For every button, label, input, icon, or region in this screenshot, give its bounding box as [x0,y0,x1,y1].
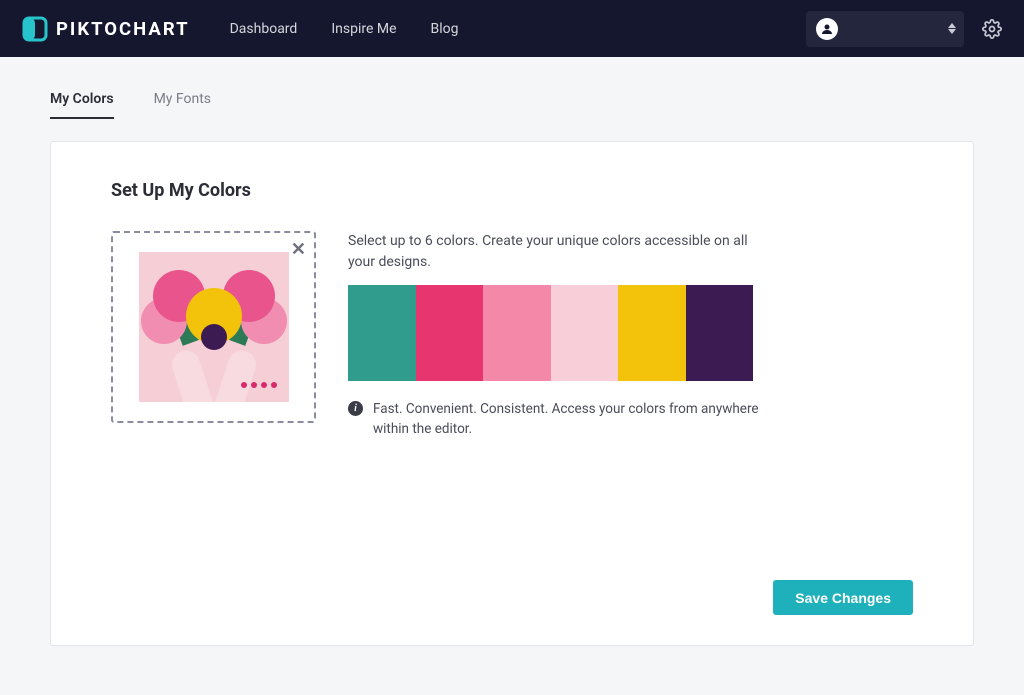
info-note: i Fast. Convenient. Consistent. Access y… [348,399,768,440]
app-header: PIKTOCHART Dashboard Inspire Me Blog [0,0,1024,57]
main-nav: Dashboard Inspire Me Blog [230,21,459,37]
color-swatch-3[interactable] [483,285,551,381]
color-swatch-2[interactable] [416,285,484,381]
tab-my-fonts[interactable]: My Fonts [154,91,211,119]
avatar-icon [816,18,838,40]
color-palette [348,285,753,381]
nav-blog[interactable]: Blog [431,21,459,37]
page-title: Set Up My Colors [111,180,913,201]
nav-dashboard[interactable]: Dashboard [230,21,298,37]
account-dropdown[interactable] [806,11,964,47]
nav-inspire-me[interactable]: Inspire Me [331,21,396,37]
remove-image-button[interactable]: ✕ [291,239,306,260]
color-swatch-1[interactable] [348,285,416,381]
chevron-updown-icon [948,23,956,34]
color-swatch-4[interactable] [551,285,619,381]
logo-icon [22,16,48,42]
image-dropzone[interactable]: ✕ [111,231,316,423]
settings-tabs: My Colors My Fonts [0,57,1024,119]
uploaded-thumbnail [139,252,289,402]
save-changes-button[interactable]: Save Changes [773,580,913,615]
description-text: Select up to 6 colors. Create your uniqu… [348,231,768,273]
tab-my-colors[interactable]: My Colors [50,91,114,119]
brand-logo[interactable]: PIKTOCHART [22,16,190,42]
color-swatch-6[interactable] [686,285,754,381]
info-text: Fast. Convenient. Consistent. Access you… [373,399,768,440]
brand-name: PIKTOCHART [56,18,190,40]
info-icon: i [348,401,363,416]
settings-button[interactable] [982,19,1002,39]
color-swatch-5[interactable] [618,285,686,381]
settings-card: Set Up My Colors ✕ Select up to 6 colors… [50,141,974,646]
